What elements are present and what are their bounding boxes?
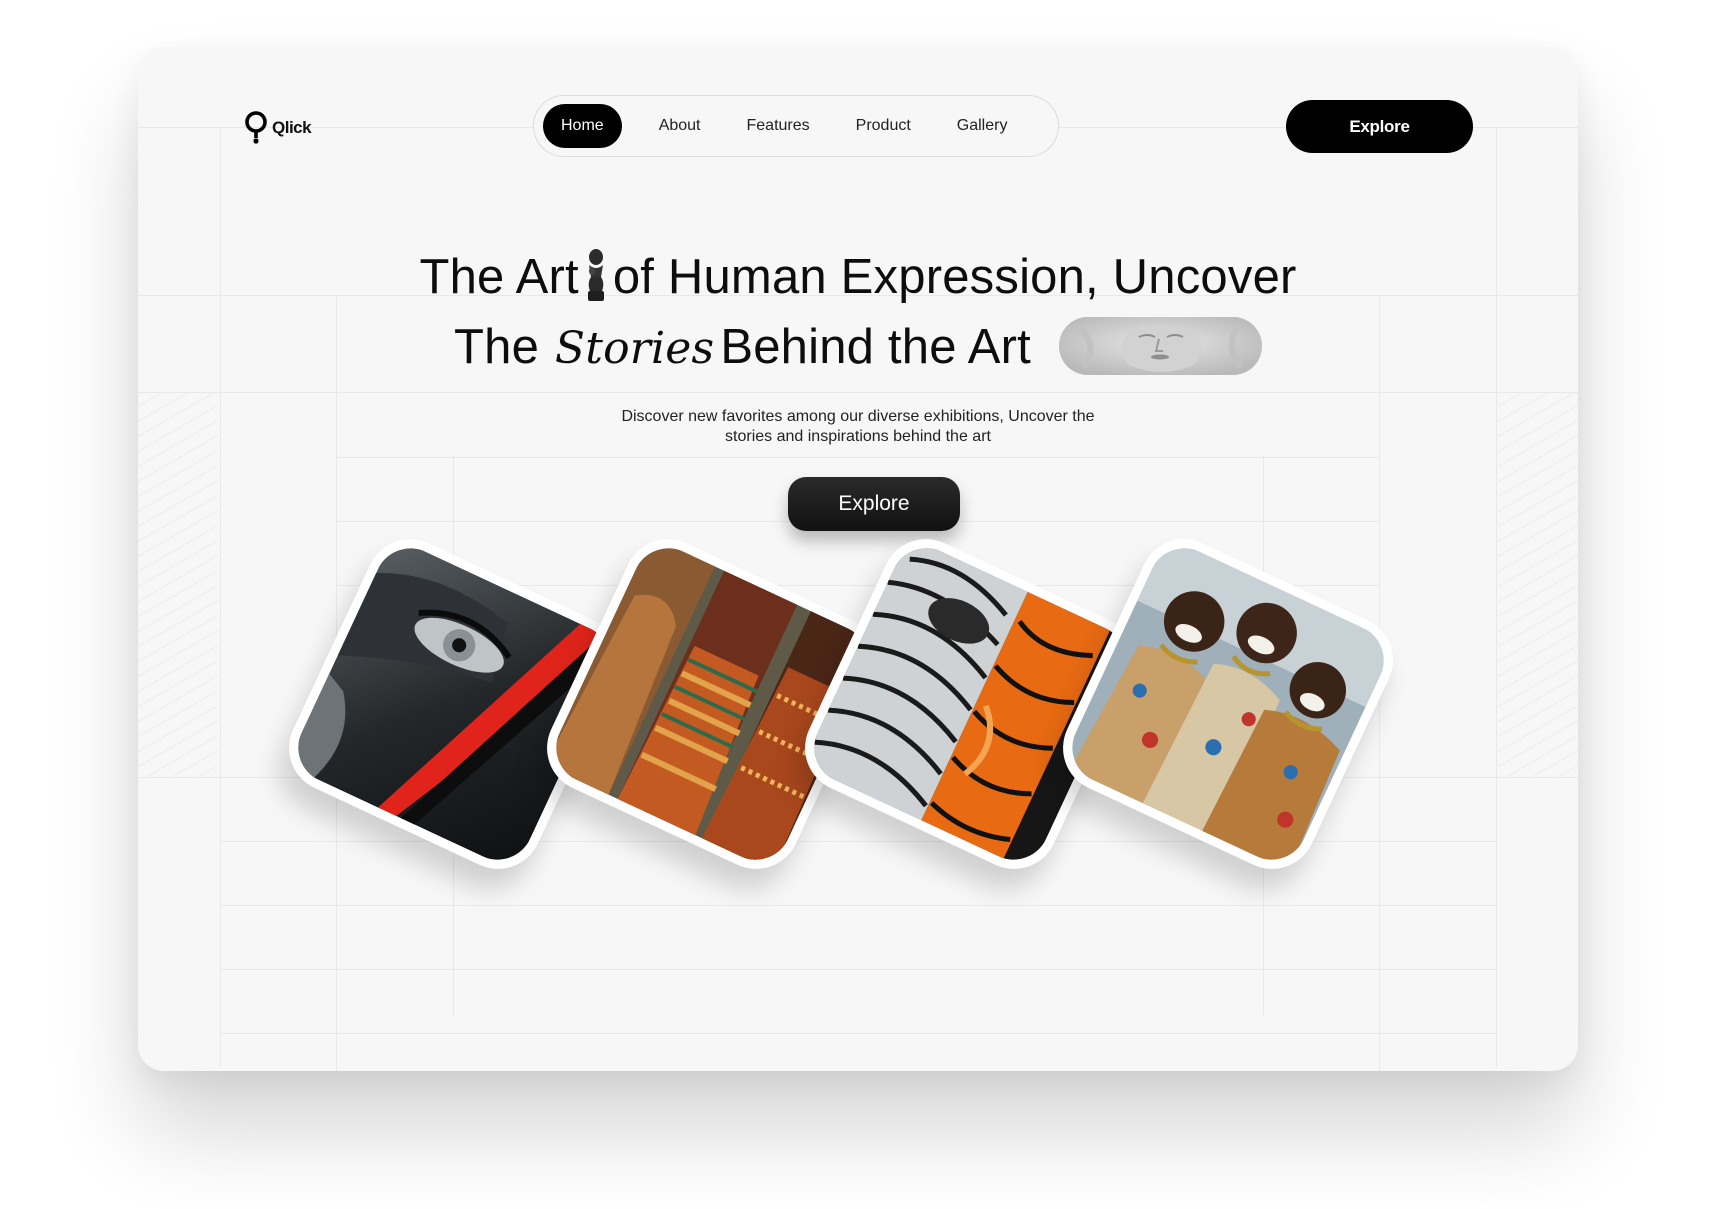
grid-line [138,392,1578,393]
brand-logo[interactable]: Qlick [244,111,312,145]
main-nav: Home About Features Product Gallery [533,95,1059,157]
sculpted-face-image [1058,317,1262,375]
gallery-card-laughing-children[interactable] [1048,524,1408,884]
hero-explore-button[interactable]: Explore [788,477,960,531]
hatch-pattern [1498,392,1578,777]
headline-text: of Human Expression, Uncover [612,250,1297,304]
nav-product[interactable]: Product [837,104,930,148]
brand-name: Qlick [272,118,312,137]
header-explore-button[interactable]: Explore [1286,100,1473,153]
nav-home[interactable]: Home [543,104,622,148]
headline-script-word: Stories [554,323,715,374]
headline-line-1: The Art of Human Expression, Uncover [138,247,1578,305]
nav-gallery[interactable]: Gallery [938,104,1027,148]
headline-line-2: The Stories Behind the Art [138,317,1578,375]
subtitle-line: stories and inspirations behind the art [725,428,991,445]
grid-line [220,1033,1496,1034]
hatch-pattern [138,392,218,777]
headline-text: Behind the Art [720,320,1031,374]
subtitle-line: Discover new favorites among our diverse… [621,408,1095,425]
nav-features[interactable]: Features [728,104,829,148]
headline-text: The Art [419,250,579,304]
page-frame: Qlick Home About Features Product Galler… [138,47,1578,1071]
hero-subtitle: Discover new favorites among our diverse… [138,407,1578,447]
pin-logo-icon [245,111,267,144]
statue-icon [587,249,604,301]
headline-text: The [454,320,540,374]
grid-line [336,457,1379,458]
grid-line [220,905,1496,906]
grid-line [220,969,1496,970]
nav-about[interactable]: About [640,104,720,148]
laughing-children-image [1060,536,1396,872]
